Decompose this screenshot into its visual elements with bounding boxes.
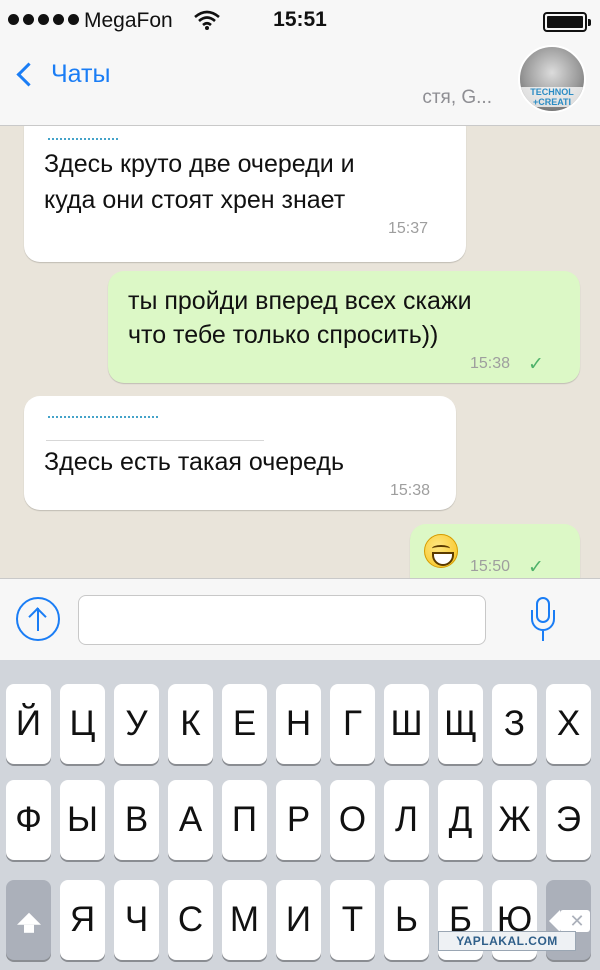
key-letter[interactable]: В xyxy=(114,780,159,860)
key-letter[interactable]: Щ xyxy=(438,684,483,764)
avatar-caption: TECHNOL +CREATI xyxy=(520,87,584,107)
message-time: 15:38 xyxy=(470,355,511,372)
back-button[interactable]: Чаты xyxy=(14,60,110,89)
key-letter[interactable]: Э xyxy=(546,780,591,860)
back-label: Чаты xyxy=(51,60,111,88)
key-letter[interactable]: Р xyxy=(276,780,321,860)
key-letter[interactable]: Ф xyxy=(6,780,51,860)
microphone-stand-icon xyxy=(542,631,544,641)
key-letter[interactable]: Ы xyxy=(60,780,105,860)
message-list[interactable]: Здесь круто две очереди и куда они стоят… xyxy=(0,126,600,578)
key-letter[interactable]: Х xyxy=(546,684,591,764)
upload-arrowhead-icon xyxy=(28,607,47,626)
compose-bar xyxy=(0,578,600,660)
key-letter[interactable]: К xyxy=(168,684,213,764)
grinning-face-icon xyxy=(424,534,458,568)
watermark: YAPLAKAL.COM xyxy=(438,931,576,951)
wifi-icon xyxy=(194,10,220,30)
microphone-cup-icon xyxy=(531,610,555,631)
key-letter[interactable]: С xyxy=(168,880,213,960)
message-bubble-incoming[interactable]: Здесь есть такая очередь 15:38 xyxy=(24,396,456,510)
shift-arrow-icon xyxy=(16,912,41,933)
sender-name xyxy=(48,132,118,140)
key-letter[interactable]: Д xyxy=(438,780,483,860)
key-letter[interactable]: У xyxy=(114,684,159,764)
chevron-left-icon xyxy=(16,62,41,87)
message-bubble-outgoing[interactable]: ты пройди вперед всех скажи что тебе тол… xyxy=(108,271,580,383)
chat-header: Чаты стя, G... TECHNOL +CREATI xyxy=(0,40,600,126)
key-letter[interactable]: Л xyxy=(384,780,429,860)
key-letter[interactable]: Ь xyxy=(384,880,429,960)
message-bubble-incoming[interactable]: Здесь круто две очереди и куда они стоят… xyxy=(24,126,466,262)
chat-participants[interactable]: стя, G... xyxy=(422,87,492,109)
key-letter[interactable]: М xyxy=(222,880,267,960)
attach-button[interactable] xyxy=(16,597,60,641)
key-letter[interactable]: Е xyxy=(222,684,267,764)
key-letter[interactable]: З xyxy=(492,684,537,764)
key-letter[interactable]: Н xyxy=(276,684,321,764)
key-letter[interactable]: П xyxy=(222,780,267,860)
status-bar: MegaFon 15:51 xyxy=(0,0,600,40)
key-letter[interactable]: Я xyxy=(60,880,105,960)
key-letter[interactable]: Ц xyxy=(60,684,105,764)
battery-icon xyxy=(543,12,591,32)
carrier-name: MegaFon xyxy=(84,9,173,32)
read-check-icon: ✓ xyxy=(528,354,544,375)
key-letter[interactable]: Т xyxy=(330,880,375,960)
message-bubble-outgoing[interactable]: 15:50 ✓ xyxy=(410,524,580,578)
key-letter[interactable]: Ш xyxy=(384,684,429,764)
key-letter[interactable]: А xyxy=(168,780,213,860)
key-letter[interactable]: Ч xyxy=(114,880,159,960)
message-text-line: ты пройди вперед всех скажи xyxy=(128,287,472,315)
keyboard: Й Ц У К Е Н Г Ш Щ З Х Ф Ы В А П Р О Л Д … xyxy=(0,660,600,970)
message-text-line: куда они стоят хрен знает xyxy=(44,186,346,214)
sender-name xyxy=(48,410,158,418)
backspace-x-icon: ✕ xyxy=(569,911,585,931)
message-input[interactable] xyxy=(78,595,486,645)
message-time: 15:50 xyxy=(470,558,511,575)
key-letter[interactable]: Г xyxy=(330,684,375,764)
group-avatar[interactable]: TECHNOL +CREATI xyxy=(518,45,586,113)
message-time: 15:37 xyxy=(388,220,429,237)
message-text-line: Здесь есть такая очередь xyxy=(44,448,344,476)
signal-strength-icon xyxy=(8,14,79,25)
message-text-line: что тебе только спросить)) xyxy=(128,321,439,349)
quote-divider xyxy=(46,440,264,441)
backspace-icon: ✕ xyxy=(549,910,590,932)
key-letter[interactable]: Й xyxy=(6,684,51,764)
read-check-icon: ✓ xyxy=(528,557,544,578)
key-letter[interactable]: Ж xyxy=(492,780,537,860)
message-text-line: Здесь круто две очереди и xyxy=(44,150,355,178)
key-letter[interactable]: О xyxy=(330,780,375,860)
microphone-button[interactable] xyxy=(528,597,558,645)
key-letter[interactable]: И xyxy=(276,880,321,960)
message-time: 15:38 xyxy=(390,482,431,499)
shift-key[interactable] xyxy=(6,880,51,960)
